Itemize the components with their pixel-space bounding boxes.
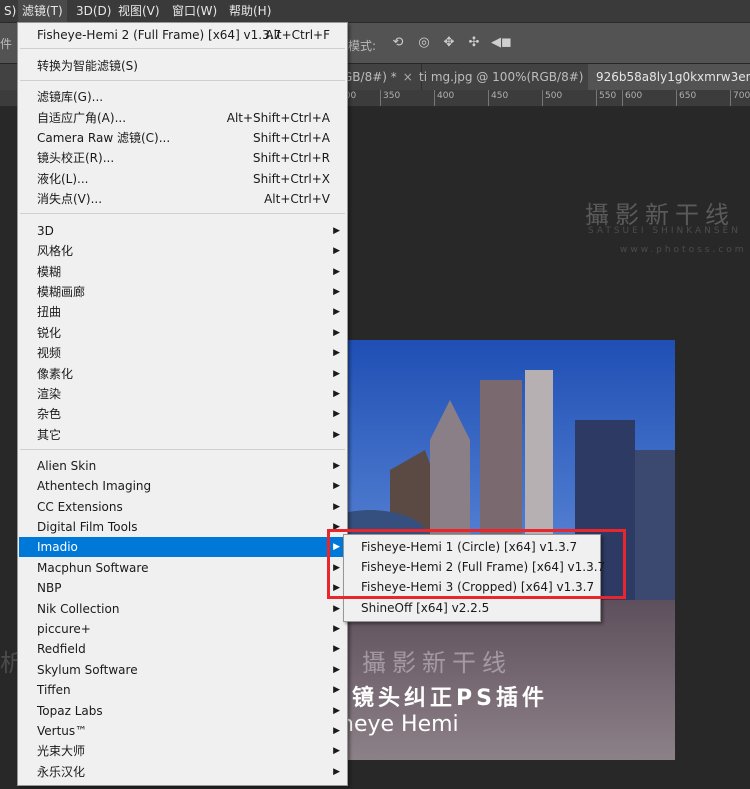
- options-left-label: 件: [0, 37, 13, 51]
- ruler-label: 700: [733, 91, 750, 101]
- menu-item-lens-correction[interactable]: 镜头校正(R)... Shift+Ctrl+R: [19, 148, 346, 168]
- menu-item-vertus[interactable]: Vertus™ ▶: [19, 721, 346, 741]
- submenu-arrow-icon: ▶: [333, 767, 340, 777]
- menu-item-tiffen[interactable]: Tiffen ▶: [19, 680, 346, 700]
- submenu-arrow-icon: ▶: [333, 226, 340, 236]
- ruler-label: 500: [545, 91, 563, 101]
- submenu-arrow-icon: ▶: [333, 604, 340, 614]
- ruler-label: 400: [437, 91, 455, 101]
- slide-3d-icon[interactable]: ✣: [466, 35, 482, 51]
- tab-document-1[interactable]: GB/8#) * ×: [335, 64, 422, 90]
- menu-item-other[interactable]: 其它 ▶: [19, 425, 346, 445]
- menu-item-render[interactable]: 渲染 ▶: [19, 384, 346, 404]
- submenu-arrow-icon: ▶: [333, 665, 340, 675]
- highlight-annotation-box: [327, 529, 626, 599]
- ruler-label: 450: [491, 91, 509, 101]
- menu-item-alien-skin[interactable]: Alien Skin ▶: [19, 456, 346, 476]
- menubar-item-window[interactable]: 窗口(W): [168, 0, 221, 22]
- menu-item-convert-smart-filter[interactable]: 转换为智能滤镜(S): [19, 56, 346, 76]
- submenu-item-shineoff[interactable]: ShineOff [x64] v2.2.5: [345, 598, 599, 618]
- menu-item-blur-gallery[interactable]: 模糊画廊 ▶: [19, 282, 346, 302]
- submenu-arrow-icon: ▶: [333, 348, 340, 358]
- menu-item-beam-master[interactable]: 光束大师 ▶: [19, 741, 346, 761]
- menubar-item-filter[interactable]: 滤镜(T): [18, 0, 67, 22]
- menu-item-video[interactable]: 视频 ▶: [19, 343, 346, 363]
- submenu-arrow-icon: ▶: [333, 307, 340, 317]
- ruler-label: 650: [679, 91, 697, 101]
- watermark-subtitle: SATSUEI SHINKANSEN: [588, 226, 741, 236]
- submenu-arrow-icon: ▶: [333, 267, 340, 277]
- submenu-arrow-icon: ▶: [333, 481, 340, 491]
- menu-item-macphun-software[interactable]: Macphun Software ▶: [19, 558, 346, 578]
- menu-item-yongle-hanhua[interactable]: 永乐汉化 ▶: [19, 762, 346, 782]
- menu-item-topaz-labs[interactable]: Topaz Labs ▶: [19, 701, 346, 721]
- menu-item-last-filter[interactable]: Fisheye-Hemi 2 (Full Frame) [x64] v1.3.7…: [19, 25, 346, 45]
- menu-item-cc-extensions[interactable]: CC Extensions ▶: [19, 497, 346, 517]
- menu-separator: [20, 80, 345, 81]
- menu-item-filter-gallery[interactable]: 滤镜库(G)...: [19, 87, 346, 107]
- submenu-arrow-icon: ▶: [333, 409, 340, 419]
- menu-item-3d[interactable]: 3D ▶: [19, 221, 346, 241]
- submenu-arrow-icon: ▶: [333, 369, 340, 379]
- tab-document-3-label: 926b58a8ly1g0kxmrw3enj20: [596, 70, 750, 84]
- tab-document-2[interactable]: ti mg.jpg @ 100%(RGB/8#)×: [411, 64, 609, 90]
- menu-separator: [20, 48, 345, 49]
- menu-item-athentech-imaging[interactable]: Athentech Imaging ▶: [19, 476, 346, 496]
- menubar-item-help[interactable]: 帮助(H): [225, 0, 275, 22]
- submenu-arrow-icon: ▶: [333, 287, 340, 297]
- menu-item-digital-film-tools[interactable]: Digital Film Tools ▶: [19, 517, 346, 537]
- menu-item-nik-collection[interactable]: Nik Collection ▶: [19, 599, 346, 619]
- submenu-arrow-icon: ▶: [333, 706, 340, 716]
- submenu-arrow-icon: ▶: [333, 624, 340, 634]
- menu-item-piccure[interactable]: piccure+ ▶: [19, 619, 346, 639]
- ruler-label: 550: [599, 91, 617, 101]
- tab-document-1-label: GB/8#) *: [343, 70, 397, 84]
- drag-3d-icon[interactable]: ✥: [441, 35, 457, 51]
- submenu-arrow-icon: ▶: [333, 726, 340, 736]
- submenu-arrow-icon: ▶: [333, 389, 340, 399]
- menu-item-distort[interactable]: 扭曲 ▶: [19, 302, 346, 322]
- photo-caption-en: heye Hemi: [340, 712, 459, 737]
- menu-item-sharpen[interactable]: 锐化 ▶: [19, 323, 346, 343]
- menu-item-blur[interactable]: 模糊 ▶: [19, 262, 346, 282]
- menu-item-stylize[interactable]: 风格化 ▶: [19, 241, 346, 261]
- submenu-arrow-icon: ▶: [333, 461, 340, 471]
- submenu-arrow-icon: ▶: [333, 644, 340, 654]
- ruler-label: 350: [383, 91, 401, 101]
- submenu-arrow-icon: ▶: [333, 328, 340, 338]
- submenu-arrow-icon: ▶: [333, 502, 340, 512]
- menu-item-adaptive-wide-angle[interactable]: 自适应广角(A)... Alt+Shift+Ctrl+A: [19, 108, 346, 128]
- submenu-arrow-icon: ▶: [333, 430, 340, 440]
- rotate-3d-icon[interactable]: ⟲: [390, 35, 406, 51]
- mode-label: 模式:: [348, 39, 377, 53]
- photo-caption-cn: 镜头纠正PS插件: [352, 686, 548, 711]
- watermark-title: 攝影新干线: [585, 201, 735, 229]
- submenu-arrow-icon: ▶: [333, 246, 340, 256]
- photo-watermark: 攝影新干线: [362, 649, 512, 677]
- menubar-item-view[interactable]: 视图(V): [114, 0, 164, 22]
- tab-document-2-label: ti mg.jpg @ 100%(RGB/8#): [419, 70, 584, 84]
- watermark-url: www.photoss.com: [620, 245, 747, 255]
- ruler-label: 600: [625, 91, 643, 101]
- menu-item-skylum-software[interactable]: Skylum Software ▶: [19, 660, 346, 680]
- menu-item-noise[interactable]: 杂色 ▶: [19, 404, 346, 424]
- menu-item-redfield[interactable]: Redfield ▶: [19, 639, 346, 659]
- submenu-arrow-icon: ▶: [333, 685, 340, 695]
- menu-separator: [20, 213, 345, 214]
- menu-item-pixelate[interactable]: 像素化 ▶: [19, 364, 346, 384]
- submenu-arrow-icon: ▶: [333, 746, 340, 756]
- roll-3d-icon[interactable]: ◎: [416, 35, 432, 51]
- menu-separator: [20, 449, 345, 450]
- menu-item-liquify[interactable]: 液化(L)... Shift+Ctrl+X: [19, 169, 346, 189]
- menubar-item-3d[interactable]: 3D(D): [72, 0, 115, 22]
- scale-3d-icon[interactable]: ◀◼: [491, 35, 512, 51]
- menu-item-nbp[interactable]: NBP ▶: [19, 578, 346, 598]
- menubar: S) 滤镜(T) 3D(D) 视图(V) 窗口(W) 帮助(H): [0, 0, 750, 23]
- menu-item-vanishing-point[interactable]: 消失点(V)... Alt+Ctrl+V: [19, 189, 346, 209]
- filter-menu: Fisheye-Hemi 2 (Full Frame) [x64] v1.3.7…: [17, 22, 348, 786]
- menu-item-camera-raw[interactable]: Camera Raw 滤镜(C)... Shift+Ctrl+A: [19, 128, 346, 148]
- menu-item-imadio[interactable]: Imadio ▶: [19, 537, 346, 557]
- tab-document-3[interactable]: 926b58a8ly1g0kxmrw3enj20: [588, 64, 750, 90]
